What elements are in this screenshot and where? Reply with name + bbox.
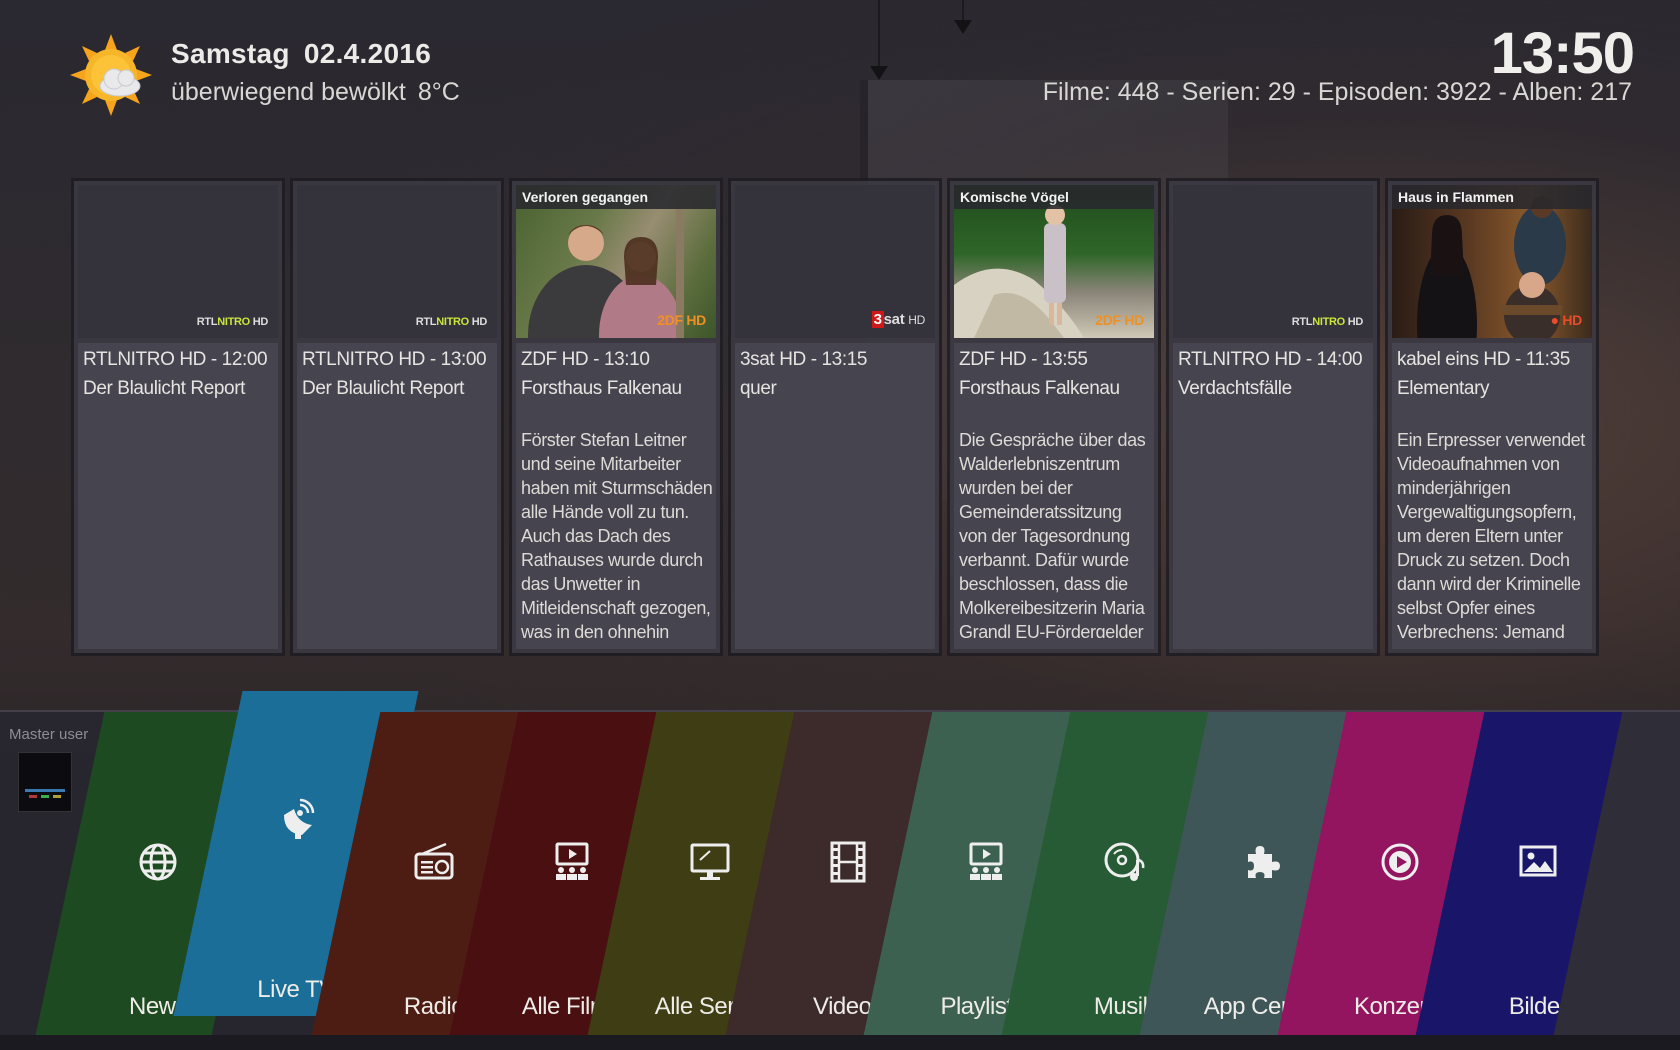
program-title: quer (740, 378, 777, 399)
channel-logo: RTLNITRO HD (196, 316, 269, 328)
puzzle-icon (1248, 846, 1280, 878)
channel-time: 3sat HD - 13:15 (740, 349, 868, 370)
epg-widget: RTLNITRO HD RTLNITRO HD - 12:00 Der Blau… (74, 181, 1596, 653)
epg-card[interactable]: Haus in Flammen ● HD kabel eins HD - 11:… (1388, 181, 1596, 653)
satellite-dish-icon (284, 798, 315, 839)
radio-icon (414, 842, 454, 880)
channel-logo: ● HD (1550, 312, 1583, 328)
channel-logo: 2DF HD (657, 312, 706, 328)
channel-time: RTLNITRO HD - 13:00 (302, 349, 487, 370)
library-stats: Filme: 448 - Serien: 29 - Episoden: 3922… (1042, 78, 1632, 106)
profile-avatar[interactable] (18, 752, 72, 812)
globe-icon (139, 843, 177, 881)
epg-card[interactable]: Verloren gegangen 2DF HD ZDF HD - 13:10 … (512, 181, 720, 653)
play-circle-icon (1381, 843, 1419, 881)
program-title: Forsthaus Falkenau (521, 378, 682, 399)
playlist-theater-icon (969, 842, 1003, 880)
epg-card[interactable]: 3 sat HD 3sat HD - 13:15 quer (731, 181, 939, 653)
date-display: Samstag 02.4.2016 (171, 38, 445, 70)
music-disc-icon (1104, 842, 1145, 881)
epg-card[interactable]: RTLNITRO HD RTLNITRO HD - 14:00 Verdacht… (1169, 181, 1377, 653)
channel-time: kabel eins HD - 11:35 (1397, 349, 1570, 370)
program-thumbnail: 3 sat HD (735, 185, 935, 338)
program-info: ZDF HD - 13:55 Forsthaus Falkenau Die Ge… (954, 343, 1154, 649)
background-lamp (962, 0, 964, 22)
program-title: Forsthaus Falkenau (959, 378, 1120, 399)
partly-cloudy-weather-icon (70, 34, 152, 116)
background-lamp (878, 0, 880, 66)
program-title: Der Blaulicht Report (302, 378, 465, 399)
thumbnail-episode-title: Haus in Flammen (1392, 185, 1592, 209)
channel-time: RTLNITRO HD - 12:00 (83, 349, 268, 370)
epg-card[interactable]: RTLNITRO HD RTLNITRO HD - 12:00 Der Blau… (74, 181, 282, 653)
program-info: RTLNITRO HD - 13:00 Der Blaulicht Report (297, 343, 497, 649)
program-info: ZDF HD - 13:10 Forsthaus Falkenau Förste… (516, 343, 716, 649)
epg-card[interactable]: RTLNITRO HD RTLNITRO HD - 13:00 Der Blau… (293, 181, 501, 653)
temperature: 8°C (417, 78, 460, 106)
program-description: Förster Stefan Leitner und seine Mitarbe… (521, 430, 713, 638)
program-title: Der Blaulicht Report (83, 378, 246, 399)
thumbnail-episode-title: Verloren gegangen (516, 185, 716, 209)
film-strip-icon (830, 841, 866, 883)
program-thumbnail: Haus in Flammen ● HD (1392, 185, 1592, 338)
channel-logo: 3 sat HD (871, 311, 925, 328)
date: 02.4.2016 (303, 38, 432, 69)
program-description: Die Gespräche über das Walderlebniszentr… (959, 430, 1146, 638)
background-lamp (954, 20, 972, 34)
program-info: kabel eins HD - 11:35 Elementary Ein Erp… (1392, 343, 1592, 649)
channel-logo: RTLNITRO HD (415, 316, 488, 328)
program-info: 3sat HD - 13:15 quer (735, 343, 935, 649)
background-lamp (870, 66, 888, 80)
movie-theater-icon (555, 842, 589, 880)
clock: 13:50 (1490, 21, 1635, 86)
image-icon (1519, 845, 1557, 877)
program-info: RTLNITRO HD - 12:00 Der Blaulicht Report (78, 343, 278, 649)
program-description: Ein Erpresser verwendet Videoaufnahmen v… (1397, 430, 1585, 638)
channel-time: RTLNITRO HD - 14:00 (1178, 349, 1363, 370)
channel-logo: 2DF HD (1095, 312, 1144, 328)
monitor-icon (690, 843, 730, 880)
menu-footer (0, 1035, 1680, 1050)
program-thumbnail: RTLNITRO HD (297, 185, 497, 338)
channel-logo: RTLNITRO HD (1291, 316, 1364, 328)
channel-time: ZDF HD - 13:55 (959, 349, 1088, 370)
program-title: Verdachtsfälle (1178, 378, 1292, 399)
program-thumbnail: RTLNITRO HD (1173, 185, 1373, 338)
program-title: Elementary (1397, 378, 1490, 399)
avatar-image (19, 753, 71, 811)
thumbnail-episode-title: Komische Vögel (954, 185, 1154, 209)
program-thumbnail: Komische Vögel 2DF HD (954, 185, 1154, 338)
program-thumbnail: RTLNITRO HD (78, 185, 278, 338)
program-info: RTLNITRO HD - 14:00 Verdachtsfälle (1173, 343, 1373, 649)
channel-time: ZDF HD - 13:10 (521, 349, 650, 370)
program-thumbnail: Verloren gegangen 2DF HD (516, 185, 716, 338)
epg-card[interactable]: Komische Vögel 2DF HD ZDF HD - 13:55 For… (950, 181, 1158, 653)
weekday: Samstag (171, 38, 290, 69)
weather-condition: überwiegend bewölkt (171, 78, 406, 106)
weather-display: überwiegend bewölkt 8°C (171, 78, 472, 107)
